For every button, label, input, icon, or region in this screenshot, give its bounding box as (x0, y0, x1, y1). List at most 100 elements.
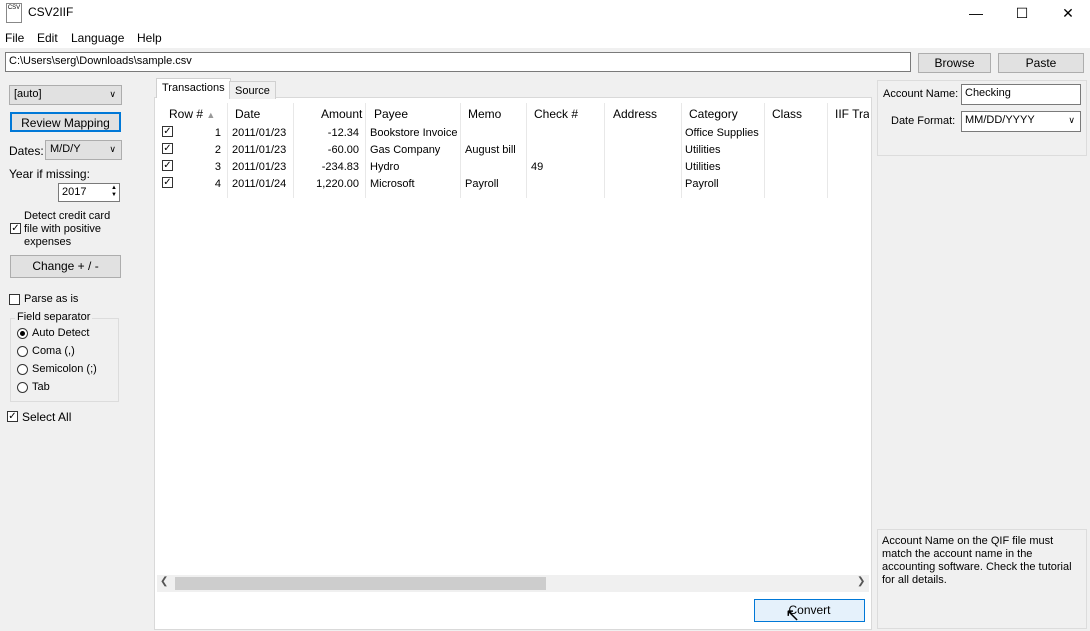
parse-as-is-checkbox[interactable] (9, 294, 20, 305)
select-all-label: Select All (22, 410, 72, 424)
cell-amount: -234.83 (321, 161, 359, 173)
spin-arrows-icon[interactable]: ▲ ▼ (111, 185, 117, 199)
parse-as-is-label: Parse as is (24, 293, 79, 305)
radio-auto-detect-label: Auto Detect (32, 327, 90, 339)
col-header-class[interactable]: Class (772, 107, 802, 121)
cell-payee: Hydro (370, 161, 400, 173)
scroll-left-icon[interactable]: ❮ (160, 576, 168, 587)
radio-semicolon[interactable] (17, 364, 28, 375)
chevron-down-icon: ∨ (1068, 115, 1075, 125)
transactions-table: Row # ▲ Date Amount Payee Memo Check # A… (157, 99, 869, 573)
radio-tab[interactable] (17, 382, 28, 393)
year-spinner[interactable]: 2017 ▲ ▼ (58, 183, 120, 202)
cell-row: 4 (214, 178, 221, 190)
tab-source[interactable]: Source (229, 81, 276, 100)
row-checkbox[interactable]: ✓ (162, 177, 173, 188)
dates-select[interactable]: M/D/Y ∨ (45, 140, 122, 160)
date-format-value: MM/DD/YYYY (965, 114, 1035, 126)
cell-payee: Gas Company (370, 144, 441, 156)
sort-ascending-icon: ▲ (206, 110, 216, 120)
scroll-right-icon[interactable]: ❯ (857, 576, 865, 587)
chevron-down-icon: ∨ (109, 89, 116, 99)
year-spinner-value: 2017 (62, 186, 87, 198)
scrollbar-thumb[interactable] (175, 577, 546, 590)
cell-category: Office Supplies (685, 127, 759, 139)
cell-date: 2011/01/23 (232, 161, 287, 173)
radio-tab-label: Tab (32, 381, 50, 393)
maximize-button[interactable]: ☐ (999, 0, 1045, 26)
file-path-input[interactable]: C:\Users\serg\Downloads\sample.csv (5, 52, 911, 72)
chevron-down-icon: ∨ (109, 144, 116, 154)
account-name-input[interactable]: Checking (961, 84, 1081, 105)
review-mapping-button[interactable]: Review Mapping (10, 112, 121, 132)
detect-label-line-1: Detect credit card (24, 210, 111, 222)
cell-category: Utilities (685, 144, 721, 156)
cell-date: 2011/01/23 (232, 144, 287, 156)
cell-category: Utilities (685, 161, 721, 173)
col-header-category[interactable]: Category (689, 107, 738, 121)
window-title: CSV2IIF (28, 5, 74, 19)
title-bar (0, 0, 1090, 26)
cell-date: 2011/01/23 (232, 127, 287, 139)
detect-credit-card-checkbox[interactable]: ✓ (10, 223, 21, 234)
table-row[interactable]: ✓ 1 2011/01/23 -12.34 Bookstore Invoice … (157, 125, 869, 142)
col-header-iif-tran[interactable]: IIF Tran (835, 107, 869, 121)
table-row[interactable]: ✓ 2 2011/01/23 -60.00 Gas Company August… (157, 142, 869, 159)
col-header-row-label: Row # (169, 107, 204, 121)
dates-select-value: M/D/Y (50, 143, 81, 155)
cell-amount: -60.00 (327, 144, 359, 156)
col-header-amount[interactable]: Amount (321, 107, 362, 121)
format-select-value: [auto] (14, 88, 42, 100)
menu-bar (0, 26, 1090, 48)
dates-label: Dates: (9, 144, 44, 158)
cell-row: 1 (214, 127, 221, 139)
col-header-row[interactable]: Row # ▲ (169, 107, 215, 121)
cell-row: 3 (214, 161, 221, 173)
browse-button[interactable]: Browse (918, 53, 991, 73)
menu-file[interactable]: File (5, 31, 24, 45)
cell-payee: Bookstore Invoice (370, 127, 458, 139)
app-icon: CSV (6, 3, 22, 23)
paste-button[interactable]: Paste (998, 53, 1084, 73)
cell-memo: Payroll (465, 178, 499, 190)
col-header-check[interactable]: Check # (534, 107, 578, 121)
table-row[interactable]: ✓ 3 2011/01/23 -234.83 Hydro 49 Utilitie… (157, 159, 869, 176)
cell-amount: 1,220.00 (316, 178, 359, 190)
date-format-select[interactable]: MM/DD/YYYY ∨ (961, 111, 1081, 132)
radio-semicolon-label: Semicolon (;) (32, 363, 97, 375)
table-row[interactable]: ✓ 4 2011/01/24 1,220.00 Microsoft Payrol… (157, 176, 869, 193)
mouse-cursor-icon: ↖ (785, 605, 801, 625)
radio-comma-label: Coma (,) (32, 345, 75, 357)
col-header-date[interactable]: Date (235, 107, 260, 121)
select-all-checkbox[interactable]: ✓ (7, 411, 18, 422)
tab-transactions[interactable]: Transactions (156, 78, 231, 98)
menu-edit[interactable]: Edit (37, 31, 58, 45)
col-header-memo[interactable]: Memo (468, 107, 501, 121)
menu-language[interactable]: Language (71, 31, 124, 45)
date-format-label: Date Format: (891, 115, 956, 127)
cell-check: 49 (531, 161, 544, 173)
account-name-label: Account Name: (883, 88, 959, 100)
row-checkbox[interactable]: ✓ (162, 160, 173, 171)
col-header-payee[interactable]: Payee (374, 107, 408, 121)
detect-credit-card-label: Detect credit card file with positive ex… (24, 210, 110, 249)
close-button[interactable]: ✕ (1045, 0, 1090, 26)
radio-auto-detect[interactable] (17, 328, 28, 339)
minimize-button[interactable]: — (953, 0, 999, 26)
cell-payee: Microsoft (370, 178, 415, 190)
radio-comma[interactable] (17, 346, 28, 357)
col-header-address[interactable]: Address (613, 107, 657, 121)
cell-date: 2011/01/24 (232, 178, 287, 190)
field-separator-label: Field separator (15, 311, 93, 323)
row-checkbox[interactable]: ✓ (162, 143, 173, 154)
format-select[interactable]: [auto] ∨ (9, 85, 122, 105)
row-checkbox[interactable]: ✓ (162, 126, 173, 137)
year-missing-label: Year if missing: (9, 167, 90, 181)
convert-button[interactable]: Convert (754, 599, 865, 622)
cell-row: 2 (214, 144, 221, 156)
change-sign-button[interactable]: Change + / - (10, 255, 121, 278)
detect-label-line-3: expenses (24, 236, 72, 248)
detect-label-line-2: file with positive (24, 223, 102, 235)
menu-help[interactable]: Help (137, 31, 162, 45)
cell-memo: August bill (465, 144, 516, 156)
